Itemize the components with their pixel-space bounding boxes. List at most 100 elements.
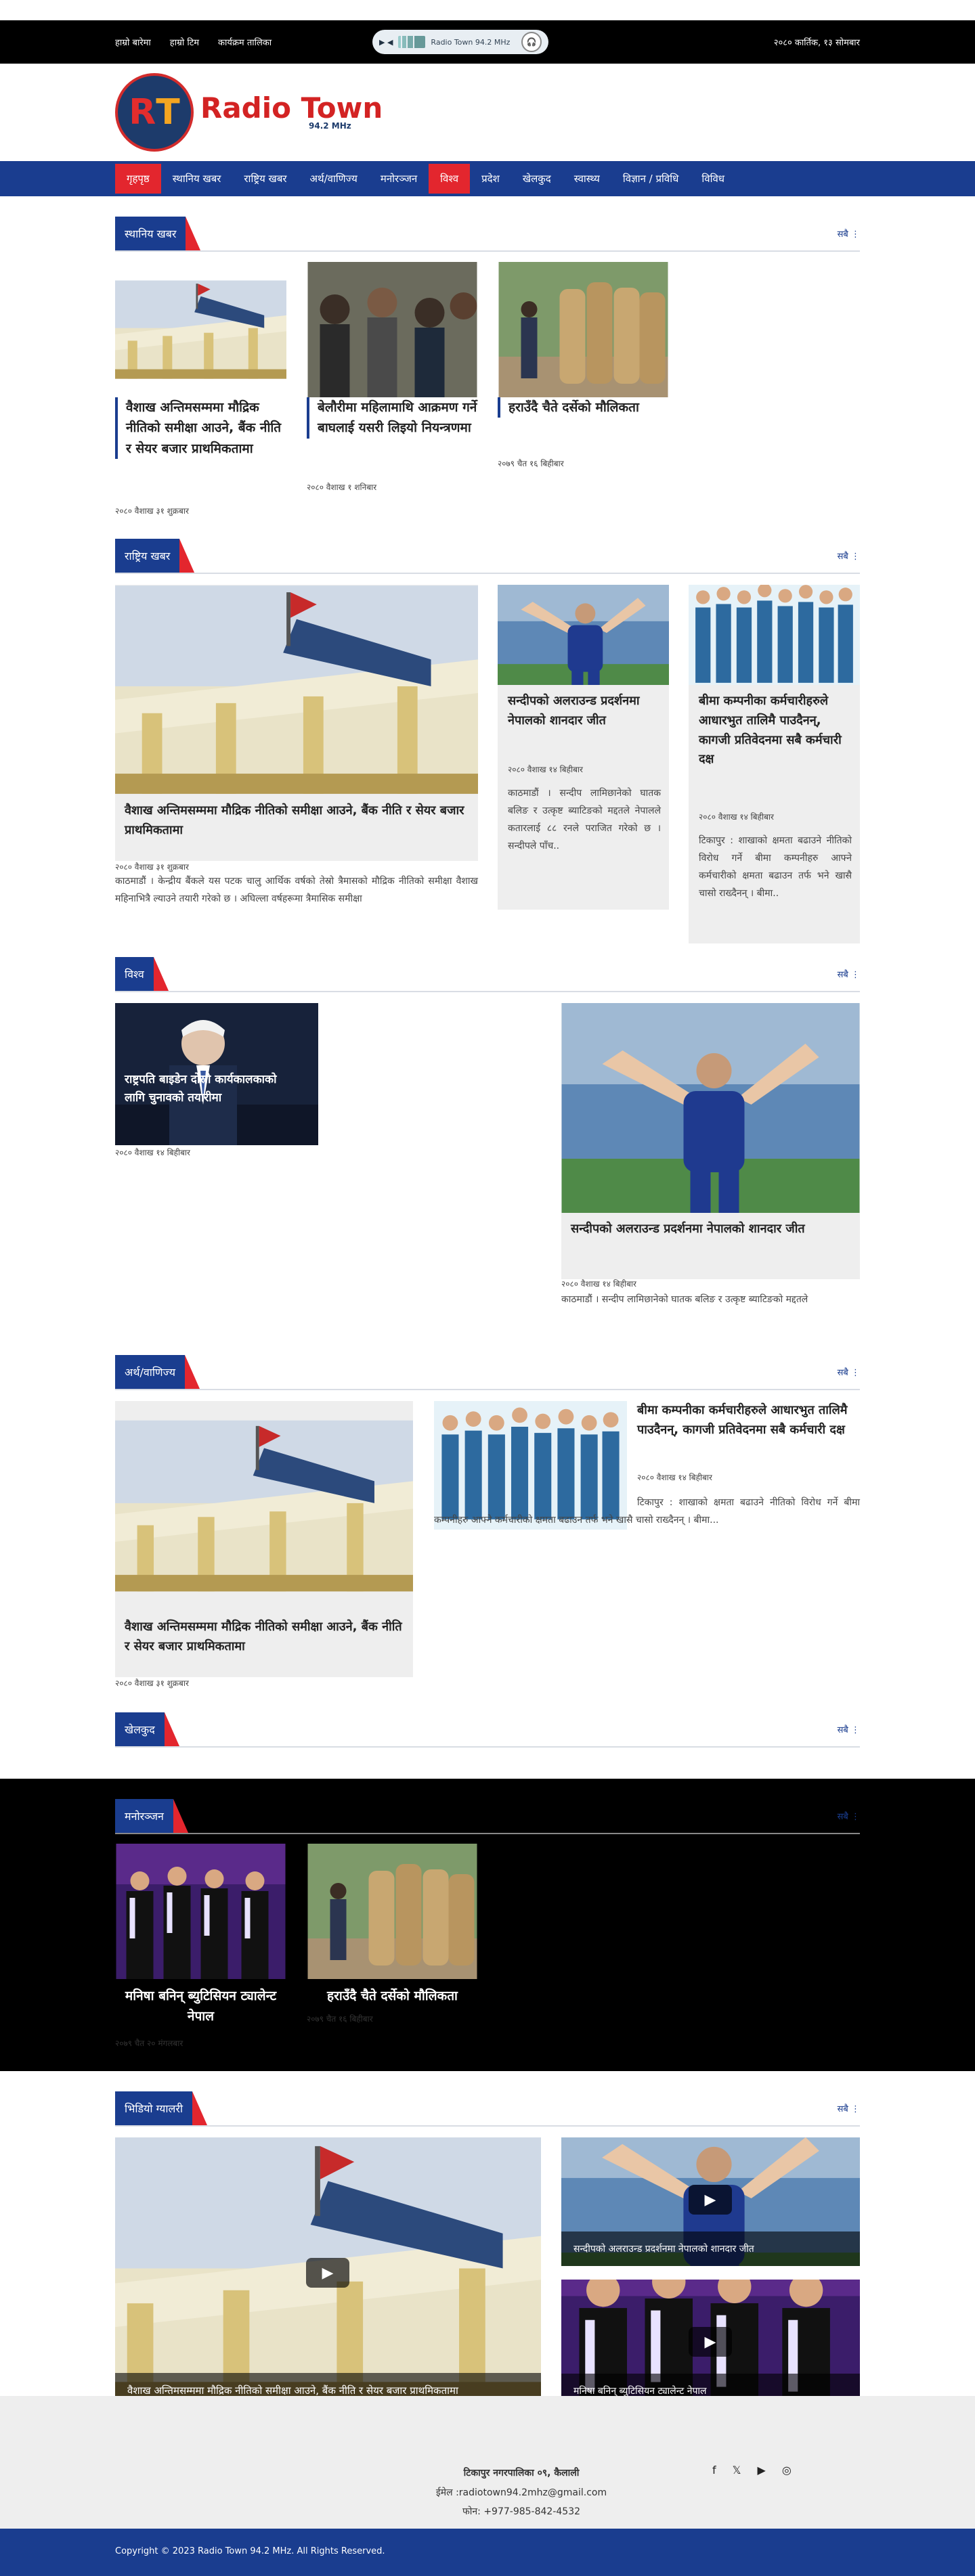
video-side-1[interactable]: ▶ सन्दीपको अलराउन्ड प्रदर्शनमा नेपालको श… [561,2137,860,2266]
player-title: Radio Town 94.2 MHz [431,37,511,47]
national-side2-image[interactable] [689,585,860,685]
local-date-3: २०७९ चैत १६ बिहीबार [498,459,564,468]
national-side1-desc: काठमाडौं । सन्दीप लामिछानेको घातक बलिङ र… [508,788,661,851]
video-main[interactable]: ▶ वैशाख अन्तिमसम्ममा मौद्रिक नीतिको समीक… [115,2137,541,2408]
top-bar: हाम्रो बारेमा हाम्रो टिम कार्यक्रम तालिक… [0,20,975,64]
radio-player[interactable]: ▶ ◀ Radio Town 94.2 MHz 🎧 [372,30,548,54]
headphones-icon[interactable]: 🎧 [521,32,542,52]
section-title-entertainment[interactable]: मनोरञ्जन [115,1799,188,1833]
main-nav: गृहपृष्ठ स्थानिय खबर राष्ट्रिय खबर अर्थ/… [0,161,975,196]
copyright-bar: Copyright © 2023 Radio Town 94.2 MHz. Al… [0,2529,975,2576]
nav-health[interactable]: स्वास्थ्य [563,164,611,194]
more-link-local[interactable]: सबै ⋮ [838,227,860,240]
logo-emblem: RT [115,73,194,152]
section-head-national: राष्ट्रिय खबर सबै ⋮ [115,539,860,574]
local-title-3[interactable]: हराउँदै चैते दर्सेको मौलिकता [498,397,669,418]
section-title-world[interactable]: विश्व [115,957,169,991]
ent-image-1[interactable] [115,1844,286,1979]
local-date-1: २०८० वैशाख ३१ शुक्रबार [115,506,189,516]
nav-entertainment[interactable]: मनोरञ्जन [369,164,429,194]
national-main-date: २०८० वैशाख ३१ शुक्रबार [115,862,189,872]
footer-contact: टिकापुर नगरपालिका ०९, कैलाली ईमेल :radio… [379,2464,664,2522]
section-title-local[interactable]: स्थानिय खबर [115,217,201,250]
world-small-date: २०८० वैशाख १४ बिहीबार [115,1148,190,1157]
more-link-world[interactable]: सबै ⋮ [838,968,860,980]
nav-world[interactable]: विश्व [429,164,471,194]
national-side1-date: २०८० वैशाख १४ बिहीबार [508,765,583,774]
top-link-about[interactable]: हाम्रो बारेमा [115,36,151,48]
economy-main-image[interactable] [115,1401,413,1611]
youtube-icon[interactable]: ▶ [758,2464,766,2477]
facebook-icon[interactable]: f [712,2464,716,2477]
national-main-title[interactable]: वैशाख अन्तिमसम्ममा मौद्रिक नीतिको समीक्ष… [125,801,470,841]
local-image-3[interactable] [498,262,669,397]
more-link-entertainment[interactable]: सबै ⋮ [838,1810,860,1822]
footer-phone[interactable]: फोन: +977-985-842-4532 [379,2502,664,2522]
nav-local[interactable]: स्थानिय खबर [161,164,233,194]
current-date: २०८० कार्तिक, १३ सोमबार [773,38,860,48]
play-icon[interactable]: ▶ [306,2258,349,2288]
local-date-2: २०८० वैशाख १ शनिबार [307,483,377,492]
section-title-video[interactable]: भिडियो ग्यालरी [115,2091,208,2125]
ent-image-2[interactable] [307,1844,478,1979]
ent-date-1: २०७९ चैत २० मंगलबार [115,2039,183,2048]
ent-date-2: २०७९ चैत १६ बिहीबार [307,2014,373,2024]
nav-science[interactable]: विज्ञान / प्रविधि [611,164,691,194]
section-head-economy: अर्थ/वाणिज्य सबै ⋮ [115,1355,860,1390]
site-logo[interactable]: RT Radio Town 94.2 MHz [115,73,383,152]
local-image-1[interactable] [115,262,286,397]
national-side1-title[interactable]: सन्दीपको अलराउन्ड प्रदर्शनमा नेपालको शान… [508,692,664,731]
play-icon[interactable]: ▶ ◀ [379,38,393,47]
section-title-sports[interactable]: खेलकुद [115,1712,179,1746]
footer-address: टिकापुर नगरपालिका ०९, कैलाली [463,2468,580,2479]
section-head-sports: खेलकुद सबै ⋮ [115,1712,860,1748]
economy-side-date: २०८० वैशाख १४ बिहीबार [637,1473,712,1482]
national-side2-date: २०८० वैशाख १४ बिहीबार [699,812,774,822]
economy-main-title[interactable]: वैशाख अन्तिमसम्ममा मौद्रिक नीतिको समीक्ष… [125,1618,406,1657]
entertainment-section: मनोरञ्जन सबै ⋮ मनिषा बनिन् ब्युटिसियन ट्… [0,1779,975,2071]
top-links: हाम्रो बारेमा हाम्रो टिम कार्यक्रम तालिक… [115,36,272,48]
nav-home[interactable]: गृहपृष्ठ [115,164,161,194]
instagram-icon[interactable]: ◎ [782,2464,792,2477]
local-title-2[interactable]: बेलौरीमा महिलामाथि आक्रमण गर्ने बाघलाई य… [307,397,478,439]
local-title-1[interactable]: वैशाख अन्तिमसम्ममा मौद्रिक नीतिको समीक्ष… [115,397,286,460]
twitter-icon[interactable]: 𝕏 [733,2464,741,2477]
nav-misc[interactable]: विविध [690,164,736,194]
more-link-economy[interactable]: सबै ⋮ [838,1366,860,1378]
top-link-schedule[interactable]: कार्यक्रम तालिका [218,36,272,48]
video-side1-caption: सन्दीपको अलराउन्ड प्रदर्शनमा नेपालको शान… [561,2231,860,2266]
section-head-local: स्थानिय खबर सबै ⋮ [115,217,860,252]
nav-province[interactable]: प्रदेश [470,164,511,194]
play-icon[interactable]: ▶ [689,2185,732,2215]
nav-economy[interactable]: अर्थ/वाणिज्य [299,164,369,194]
nav-sports[interactable]: खेलकुद [511,164,563,194]
economy-side-title[interactable]: बीमा कम्पनीका कर्मचारीहरुले आधारभुत तालि… [637,1401,860,1440]
world-big-title[interactable]: सन्दीपको अलराउन्ड प्रदर्शनमा नेपालको शान… [571,1220,852,1239]
play-icon[interactable]: ▶ [689,2327,732,2357]
economy-main-date: २०८० वैशाख ३१ शुक्रबार [115,1679,189,1688]
economy-side-desc: टिकापुर : शाखाको क्षमता बढाउने नीतिको वि… [434,1497,860,1526]
top-link-team[interactable]: हाम्रो टिम [170,36,199,48]
world-big-date: २०८० वैशाख १४ बिहीबार [561,1279,636,1289]
national-side1-image[interactable] [498,585,669,685]
section-title-national[interactable]: राष्ट्रिय खबर [115,539,195,573]
local-image-2[interactable] [307,262,478,397]
world-small-title[interactable]: राष्ट्रपति बाइडेन दोस्रो कार्यकालकाको ला… [125,1071,301,1107]
copyright-text: Copyright © 2023 Radio Town 94.2 MHz. Al… [115,2546,385,2556]
world-big-image[interactable] [561,1003,860,1213]
more-link-sports[interactable]: सबै ⋮ [838,1723,860,1735]
section-title-economy[interactable]: अर्थ/वाणिज्य [115,1355,200,1389]
nav-national[interactable]: राष्ट्रिय खबर [232,164,298,194]
logo-name: Radio Town [200,91,383,125]
world-big-desc: काठमाडौं । सन्दीप लामिछानेको घातक बलिङ र… [561,1294,808,1305]
waveform-icon [398,36,426,48]
national-side2-title[interactable]: बीमा कम्पनीका कर्मचारीहरुले आधारभुत तालि… [699,692,854,770]
video-side-2[interactable]: ▶ मनिषा बनिन् ब्युटिसियन ट्यालेन्ट नेपाल [561,2280,860,2408]
ent-title-2[interactable]: हराउँदै चैते दर्सेको मौलिकता [307,1986,478,2006]
footer-email[interactable]: ईमेल :radiotown94.2mhz@gmail.com [379,2483,664,2503]
national-main-image[interactable] [115,585,478,795]
more-link-national[interactable]: सबै ⋮ [838,550,860,562]
more-link-video[interactable]: सबै ⋮ [838,2102,860,2114]
ent-title-1[interactable]: मनिषा बनिन् ब्युटिसियन ट्यालेन्ट नेपाल [115,1986,286,2027]
national-main-desc: काठमाडौं । केन्द्रीय बैंकले यस पटक चालु … [115,876,478,904]
